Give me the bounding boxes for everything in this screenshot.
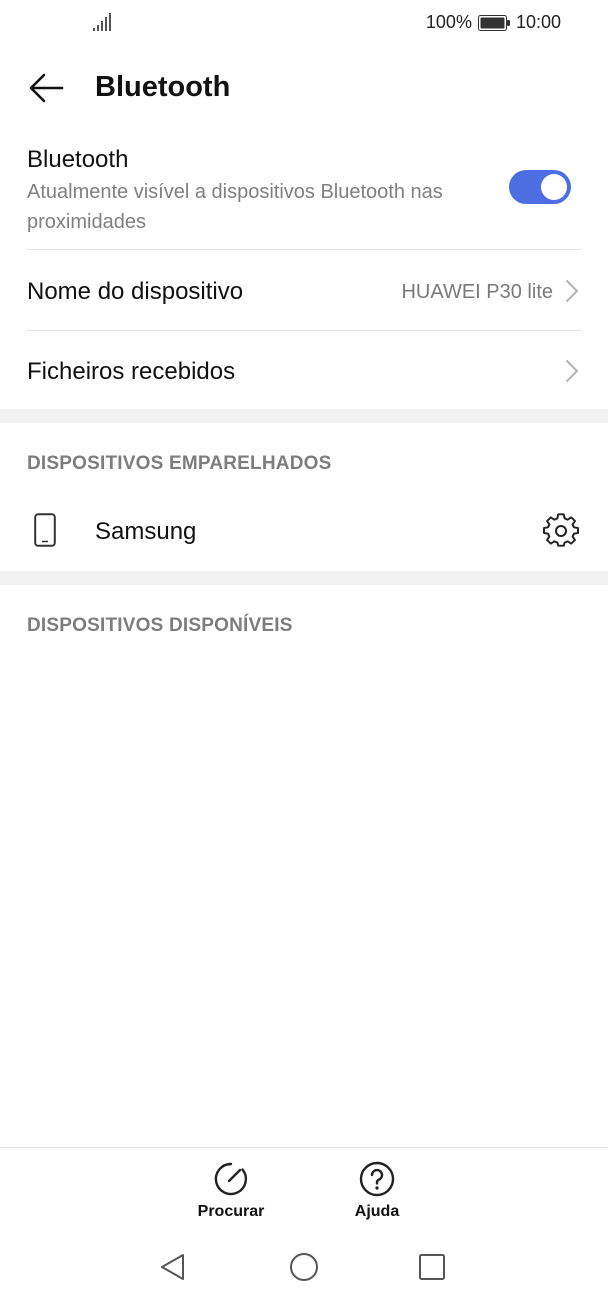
battery-percent: 100% [425, 12, 472, 32]
bottom-action-bar: Procurar Ajuda [0, 1147, 608, 1233]
device-name-label: Nome do dispositivo [27, 278, 244, 305]
signal-icon [93, 13, 111, 31]
bluetooth-visibility-text: Atualmente visível a dispositivos Blueto… [27, 181, 443, 233]
gear-icon[interactable] [543, 513, 579, 549]
received-files-label: Ficheiros recebidos [27, 358, 236, 385]
available-devices-header: DISPOSITIVOS DISPONÍVEIS [27, 615, 293, 636]
bluetooth-toggle-row[interactable]: Bluetooth Atualmente visível a dispositi… [27, 140, 581, 250]
search-label: Procurar [197, 1203, 265, 1220]
device-name-row[interactable]: Nome do dispositivo HUAWEI P30 lite [27, 251, 581, 331]
search-button[interactable]: Procurar [186, 1160, 276, 1230]
battery-icon [477, 14, 510, 31]
chevron-right-icon [566, 360, 578, 382]
paired-devices-header: DISPOSITIVOS EMPARELHADOS [27, 453, 332, 474]
phone-icon [34, 513, 56, 547]
arrow-left-icon [29, 73, 64, 103]
bluetooth-label: Bluetooth [27, 146, 129, 173]
nav-back-icon[interactable] [156, 1250, 190, 1284]
help-button[interactable]: Ajuda [332, 1160, 422, 1230]
help-label: Ajuda [354, 1203, 400, 1220]
system-navigation-bar [0, 1233, 608, 1301]
section-divider [0, 409, 608, 423]
received-files-row[interactable]: Ficheiros recebidos [27, 331, 581, 409]
device-name-value: HUAWEI P30 lite [401, 281, 553, 303]
back-button[interactable] [26, 68, 66, 108]
nav-recent-apps-icon[interactable] [415, 1250, 449, 1284]
switch-knob [541, 174, 567, 200]
paired-device-row[interactable]: Samsung [27, 495, 581, 571]
status-bar: 100% 10:00 [0, 0, 608, 46]
refresh-icon [214, 1162, 248, 1196]
page-title: Bluetooth [95, 71, 231, 103]
app-header: Bluetooth [0, 56, 608, 120]
paired-device-name: Samsung [95, 518, 197, 545]
clock: 10:00 [515, 12, 561, 32]
nav-home-icon[interactable] [287, 1250, 321, 1284]
bluetooth-switch[interactable] [509, 170, 571, 204]
help-icon [359, 1161, 395, 1197]
section-divider [0, 571, 608, 585]
chevron-right-icon [566, 280, 578, 302]
